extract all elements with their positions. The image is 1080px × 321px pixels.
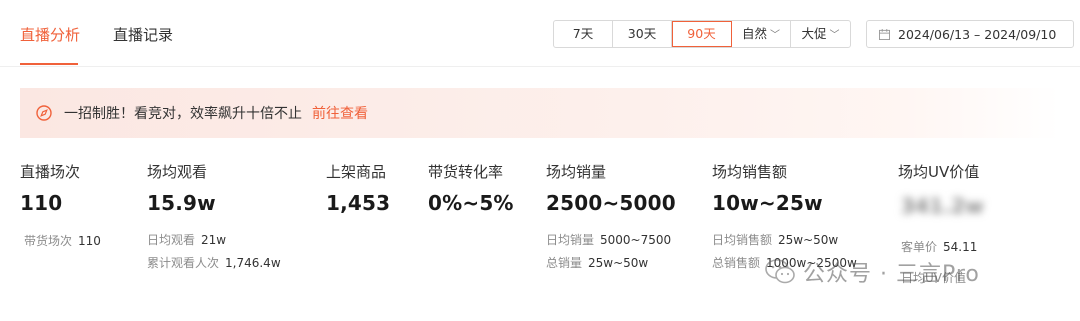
tab-live-analysis[interactable]: 直播分析 bbox=[20, 24, 80, 45]
metric-sub: 日均销量 5000~7500 bbox=[546, 231, 671, 248]
calendar-icon bbox=[879, 28, 890, 40]
metric-sub-label: 日均销售额 bbox=[712, 233, 773, 247]
metric-sub: 总销量 25w~50w bbox=[546, 254, 648, 271]
banner-text: 一招制胜！看竞对，效率飙升十倍不止 bbox=[64, 106, 302, 122]
natural-dropdown-label: 自然 bbox=[741, 26, 767, 41]
metric-sub-label: 总销售额 bbox=[712, 256, 761, 270]
metric-sub: 客单价 54.11 bbox=[901, 238, 977, 255]
chevron-down-icon: ﹀ bbox=[770, 30, 780, 41]
metric-sub-label: 总销量 bbox=[546, 256, 583, 270]
tab-live-records[interactable]: 直播记录 bbox=[113, 24, 173, 45]
metric-sub: 累计观看人次 1,746.4w bbox=[147, 254, 281, 271]
metric-sub-value: 54.11 bbox=[943, 240, 978, 254]
metric-sub-label: 带货场次 bbox=[24, 234, 73, 248]
metric-sub: 带货场次 110 bbox=[24, 232, 101, 249]
active-tab-indicator bbox=[20, 63, 78, 65]
metric-sub-value: 21w bbox=[201, 233, 227, 247]
metric-label: 场均销售额 bbox=[712, 163, 788, 181]
metric-value: 10w~25w bbox=[712, 191, 823, 215]
natural-dropdown[interactable]: 自然 ﹀ bbox=[732, 21, 791, 47]
promo-dropdown[interactable]: 大促 ﹀ bbox=[791, 21, 850, 47]
metric-sub-value: 5000~7500 bbox=[600, 233, 672, 247]
metric-sub-value: 1,746.4w bbox=[225, 256, 281, 270]
metric-sub-value: 25w~50w bbox=[778, 233, 839, 247]
metric-value-blurred: 341.2w bbox=[901, 194, 984, 218]
metric-sub-label: 日均销量 bbox=[546, 233, 595, 247]
metric-label: 带货转化率 bbox=[428, 163, 504, 181]
metric-sub-value: 110 bbox=[78, 234, 101, 248]
promo-banner: 一招制胜！看竞对，效率飙升十倍不止 前往查看 bbox=[20, 88, 1060, 138]
range-30d-button[interactable]: 30天 bbox=[613, 21, 672, 47]
metric-sub-label: 日均观看 bbox=[147, 233, 196, 247]
metric-label: 场均销量 bbox=[546, 163, 607, 181]
metric-value: 0%~5% bbox=[428, 191, 514, 215]
metric-sub: 日均销售额 25w~50w bbox=[712, 231, 838, 248]
banner-view-link[interactable]: 前往查看 bbox=[312, 103, 368, 123]
metric-sub-label: 累计观看人次 bbox=[147, 256, 220, 270]
range-90d-button[interactable]: 90天 bbox=[672, 21, 732, 47]
metric-label: 场均UV价值 bbox=[898, 163, 980, 181]
metric-value: 15.9w bbox=[147, 191, 216, 215]
metric-label: 上架商品 bbox=[326, 163, 387, 181]
metric-sub-value: 25w~50w bbox=[588, 256, 649, 270]
date-range-picker[interactable]: 2024/06/13 – 2024/09/10 bbox=[866, 20, 1074, 48]
promo-dropdown-label: 大促 bbox=[801, 26, 827, 41]
range-filter: 7天 30天 90天 自然 ﹀ 大促 ﹀ bbox=[553, 20, 851, 48]
metric-sub: 日均观看 21w bbox=[147, 231, 226, 248]
compass-icon bbox=[36, 105, 52, 121]
watermark-text: 公众号 · 三言Pro bbox=[803, 262, 980, 287]
metric-label: 直播场次 bbox=[20, 163, 81, 181]
watermark: 公众号 · 三言Pro bbox=[765, 256, 980, 288]
metric-value: 1,453 bbox=[326, 191, 391, 215]
range-7d-button[interactable]: 7天 bbox=[554, 21, 613, 47]
metric-value: 110 bbox=[20, 191, 63, 215]
header-divider bbox=[0, 66, 1080, 67]
wechat-icon bbox=[765, 259, 795, 284]
metric-sub-label: 客单价 bbox=[901, 240, 938, 254]
chevron-down-icon: ﹀ bbox=[829, 30, 840, 41]
metric-label: 场均观看 bbox=[147, 163, 208, 181]
date-range-text: 2024/06/13 – 2024/09/10 bbox=[898, 26, 1057, 42]
metric-value: 2500~5000 bbox=[546, 191, 676, 215]
